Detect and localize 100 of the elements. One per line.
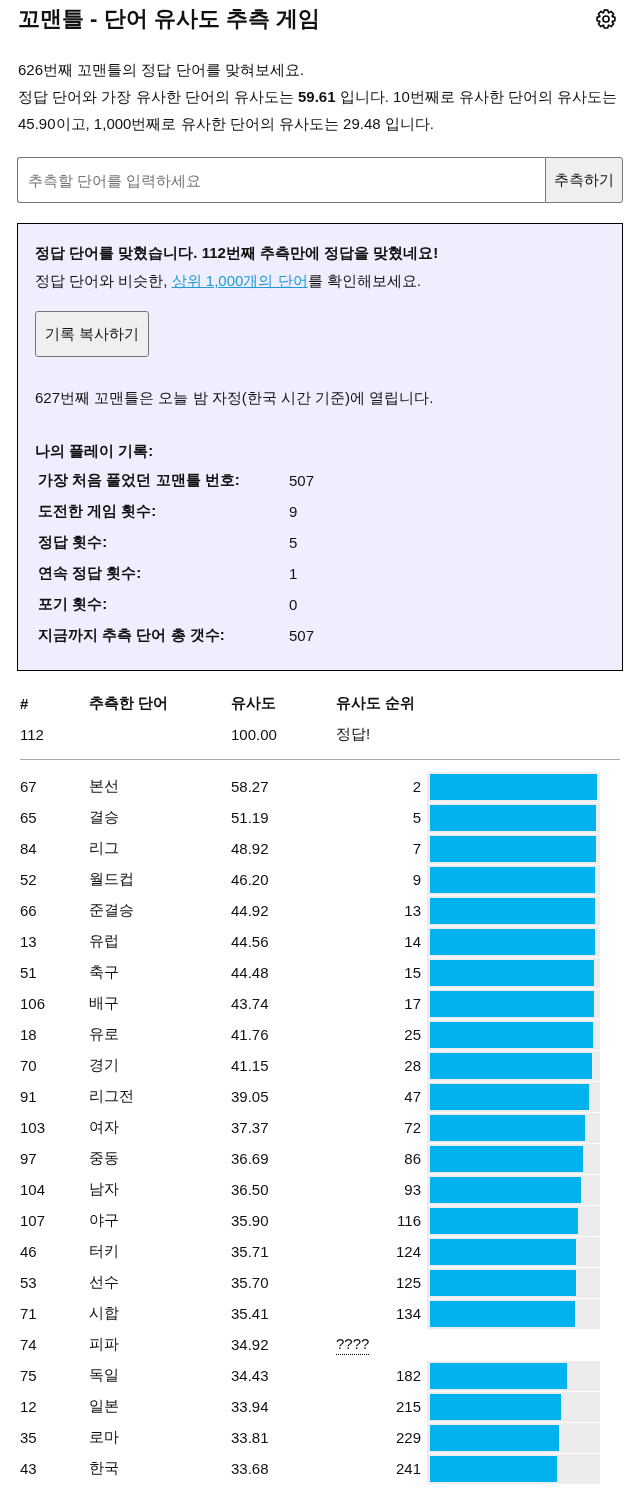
similarity-cell: 36.69	[231, 1150, 269, 1167]
similarity-cell: 35.41	[231, 1305, 269, 1322]
guess-word-cell: 경기	[89, 1056, 119, 1075]
guess-number-cell: 106	[20, 995, 46, 1012]
stat-label: 지금까지 추측 단어 총 갯수:	[37, 626, 225, 645]
similarity-cell: 44.56	[231, 933, 269, 950]
guess-word-cell: 리그	[89, 839, 119, 858]
rank-cell: 25	[404, 1026, 421, 1043]
guess-number-cell: 13	[20, 933, 37, 950]
guess-word-cell: 로마	[89, 1428, 119, 1447]
guess-number-cell: 66	[20, 902, 37, 919]
similarity-cell: 51.19	[231, 809, 269, 826]
stat-value: 5	[289, 534, 298, 551]
guess-number-cell: 75	[20, 1367, 37, 1384]
guess-word-cell: 터키	[89, 1242, 119, 1261]
stat-value: 507	[289, 627, 315, 644]
success-message: 정답 단어를 맞혔습니다. 112번째 추측만에 정답을 맞혔네요!	[35, 243, 440, 263]
similarity-cell: 34.43	[231, 1367, 269, 1384]
guess-word-cell: 중동	[89, 1149, 119, 1168]
similarity-cell: 34.92	[231, 1336, 269, 1353]
guess-word-cell: 일본	[89, 1397, 119, 1416]
guess-word-cell: 야구	[89, 1211, 119, 1230]
guess-number-cell: 18	[20, 1026, 37, 1043]
rank-cell: 86	[404, 1150, 421, 1167]
guess-word-cell: 한국	[89, 1459, 119, 1478]
similarity-cell: 33.68	[231, 1460, 269, 1477]
similarity-cell: 100.00	[231, 726, 277, 743]
settings-icon[interactable]	[596, 9, 616, 29]
intro-text: 626번째 꼬맨틀의 정답 단어를 맞혀보세요.	[17, 60, 305, 80]
column-header: 유사도	[231, 694, 276, 713]
rank-cell: 93	[404, 1181, 421, 1198]
rank-cell: 72	[404, 1119, 421, 1136]
guess-button[interactable]: 추측하기	[545, 157, 623, 203]
similarity-cell: 41.76	[231, 1026, 269, 1043]
stat-label: 정답 횟수:	[37, 533, 108, 552]
guess-number-cell: 65	[20, 809, 37, 826]
guess-word-cell: 시합	[89, 1304, 119, 1323]
guess-number-cell: 107	[20, 1212, 46, 1229]
rank-cell: 28	[404, 1057, 421, 1074]
rank-cell: 15	[404, 964, 421, 981]
guess-number-cell: 12	[20, 1398, 37, 1415]
guess-number-cell: 52	[20, 871, 37, 888]
guess-number-cell: 67	[20, 778, 37, 795]
guess-number-cell: 53	[20, 1274, 37, 1291]
column-header: 유사도 순위	[336, 694, 416, 713]
similarity-cell: 48.92	[231, 840, 269, 857]
stat-label: 도전한 게임 횟수:	[37, 502, 157, 521]
rank-cell: 7	[412, 840, 421, 857]
guess-word-cell: 유로	[89, 1025, 119, 1044]
guess-number-cell: 35	[20, 1429, 37, 1446]
rank-cell: 116	[397, 1212, 421, 1229]
next-game-notice: 627번째 꼬맨틀은 오늘 밤 자정(한국 시간 기준)에 열립니다.	[35, 388, 435, 408]
stat-label: 가장 처음 풀었던 꼬맨틀 번호:	[37, 471, 240, 490]
guess-number-cell: 71	[20, 1305, 37, 1322]
guess-word-cell: 결승	[89, 808, 119, 827]
rank-cell: 215	[395, 1398, 421, 1415]
stats-title: 나의 플레이 기록:	[35, 441, 155, 461]
similarity-cell: 46.20	[231, 871, 269, 888]
similarity-cell: 41.15	[231, 1057, 269, 1074]
guess-number-cell: 104	[20, 1181, 46, 1198]
rank-cell: 13	[404, 902, 421, 919]
rank-cell: 124	[395, 1243, 421, 1260]
similarity-cell: 44.92	[231, 902, 269, 919]
rank-cell: 134	[395, 1305, 421, 1322]
guess-word-cell: 축구	[89, 963, 119, 982]
answer-rank-cell: 정답!	[336, 725, 371, 744]
guess-number-cell: 74	[20, 1336, 37, 1353]
guess-word-cell: 월드컵	[89, 870, 134, 889]
similarity-cell: 58.27	[231, 778, 269, 795]
rank-cell: 125	[395, 1274, 421, 1291]
guess-word-cell: 독일	[89, 1366, 119, 1385]
guess-number-cell: 91	[20, 1088, 37, 1105]
guess-input-field[interactable]: 추측할 단어를 입력하세요	[17, 157, 545, 203]
top-words-sentence: 정답 단어와 비슷한, 상위 1,000개의 단어를 확인해보세요.	[35, 271, 422, 291]
rank-cell: 9	[412, 871, 421, 888]
guess-word-cell: 여자	[89, 1118, 119, 1137]
similarity-cell: 39.05	[231, 1088, 269, 1105]
stat-value: 1	[289, 565, 298, 582]
guess-number-cell: 112	[20, 726, 44, 743]
guess-word-cell: 유럽	[89, 932, 119, 951]
rank-cell: 14	[404, 933, 421, 950]
similarity-cell: 33.81	[231, 1429, 269, 1446]
rank-cell: 229	[395, 1429, 421, 1446]
stat-value: 0	[289, 596, 298, 613]
stat-label: 포기 횟수:	[37, 595, 108, 614]
rank-cell: 182	[395, 1367, 421, 1384]
stat-value: 9	[289, 503, 298, 520]
similarity-cell: 35.71	[231, 1243, 269, 1260]
guess-number-cell: 46	[20, 1243, 37, 1260]
guess-word-cell: 남자	[89, 1180, 119, 1199]
guess-number-cell: 51	[20, 964, 37, 981]
copy-record-button[interactable]: 기록 복사하기	[35, 311, 150, 357]
stat-value: 507	[289, 472, 315, 489]
guess-number-cell: 103	[20, 1119, 46, 1136]
guess-word-cell: 리그전	[89, 1087, 134, 1106]
rank-cell: 17	[404, 995, 421, 1012]
guess-number-cell: 84	[20, 840, 37, 857]
guess-word-cell: 준결승	[89, 901, 134, 920]
guess-word-cell: 선수	[89, 1273, 119, 1292]
rank-cell: 241	[395, 1460, 421, 1477]
